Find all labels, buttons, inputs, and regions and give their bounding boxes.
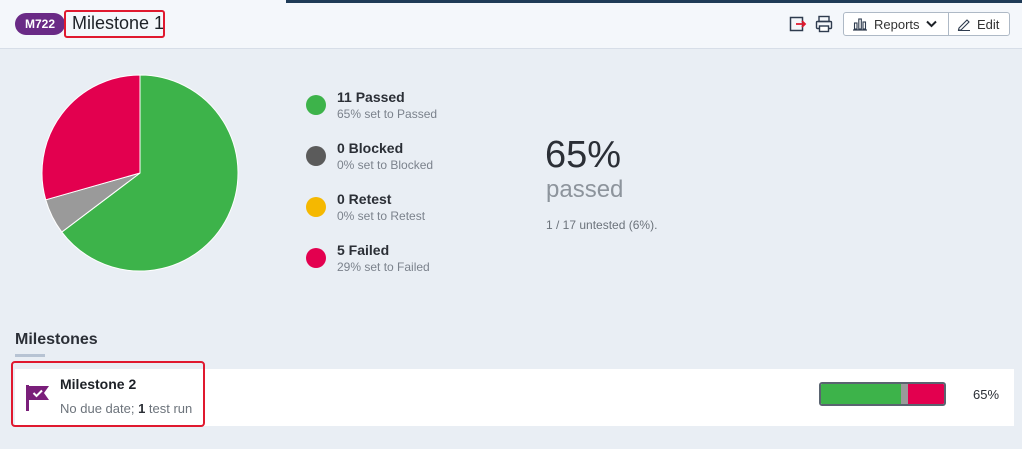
legend-passed-count: 11 Passed [337,89,405,105]
status-pie-chart [41,74,239,272]
failed-status-dot [306,248,326,268]
passed-percentage: 65% [545,134,622,176]
untested-summary: 1 / 17 untested (6%). [546,218,658,232]
legend-passed-percent: 65% set to Passed [337,107,438,121]
legend-retest-percent: 0% set to Retest [337,209,426,223]
milestone-flag-icon [26,385,49,411]
print-icon[interactable] [815,15,833,33]
passed-percentage-label: passed [546,176,624,203]
blocked-status-dot [306,146,326,166]
legend-failed-percent: 29% set to Failed [337,260,430,274]
legend-blocked-percent: 0% set to Blocked [337,158,434,172]
progress-segment-untested [900,384,909,404]
edit-button[interactable]: Edit [948,12,1010,36]
milestone-id-badge: M722 [15,13,66,35]
legend-retest-count: 0 Retest [337,191,392,207]
export-icon[interactable] [789,15,807,33]
pencil-icon [957,19,970,31]
edit-label: Edit [977,16,1000,32]
milestone-name-link[interactable]: Milestone 2 [60,376,136,392]
reports-label: Reports [874,16,920,32]
reports-button[interactable]: Reports [843,12,949,36]
chart-icon [853,18,867,31]
section-title-underline [15,354,45,357]
top-accent-bar [286,0,1022,3]
progress-segment-passed [821,384,901,404]
milestone-meta-prefix: No due date; [60,401,139,416]
milestone-meta: No due date; 1 test run [60,401,192,416]
milestone-meta-suffix: test run [145,401,193,416]
passed-status-dot [306,95,326,115]
progress-segment-failed [908,384,944,404]
page-title: Milestone 1 [72,13,165,33]
retest-status-dot [306,197,326,217]
chevron-down-icon [925,20,937,28]
milestones-section-title: Milestones [15,331,98,348]
legend-blocked-count: 0 Blocked [337,140,404,156]
legend-failed-count: 5 Failed [337,242,390,258]
milestone-percent: 65% [973,387,1000,402]
milestone-progress-bar [819,382,946,406]
